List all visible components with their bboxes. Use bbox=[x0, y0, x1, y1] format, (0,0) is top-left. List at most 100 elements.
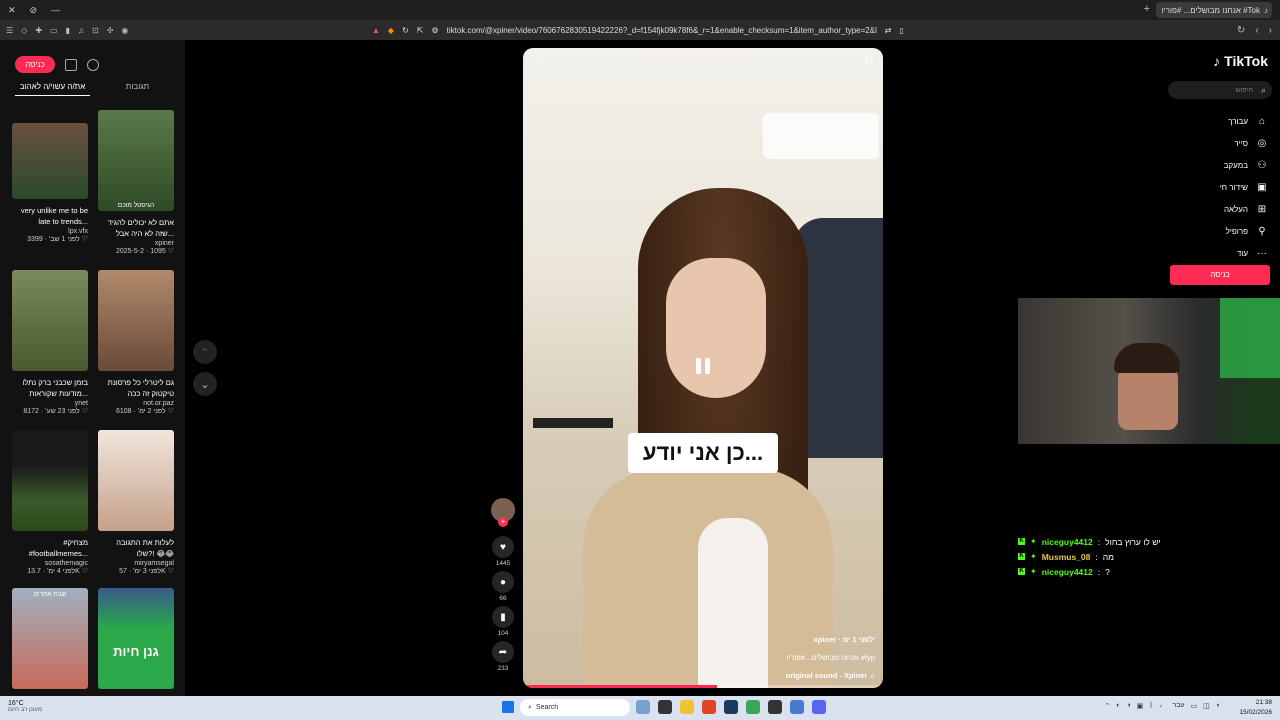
list-item[interactable]: גם ליטרלי כל פרסונת טיקטוק זה ככה not.or… bbox=[98, 270, 174, 415]
list-item[interactable]: בזמן שכבני ברק נתלו מודעות שקוראות... yn… bbox=[12, 270, 88, 415]
chevron-up-icon[interactable]: ⌃ bbox=[1104, 702, 1110, 710]
video-author[interactable]: ynet bbox=[12, 400, 88, 407]
sidebar-icon[interactable]: ▭ bbox=[50, 26, 58, 35]
app-obs-icon[interactable] bbox=[768, 700, 782, 714]
music-icon[interactable]: ♫ bbox=[78, 26, 84, 35]
reload-icon[interactable]: ↻ bbox=[402, 26, 409, 35]
clock[interactable]: 21:38 15/02/2026 bbox=[1239, 698, 1272, 718]
video-title[interactable]: גם ליטרלי כל פרסונת טיקטוק זה ככה bbox=[98, 377, 174, 399]
more-options-icon[interactable]: ··· bbox=[533, 56, 543, 67]
wifi-icon[interactable]: ◉ bbox=[121, 26, 128, 35]
extensions-icon[interactable]: ✚ bbox=[35, 26, 42, 35]
tray-app-icon[interactable]: ◐ bbox=[1116, 702, 1120, 710]
video-progress-bar[interactable] bbox=[523, 685, 883, 688]
browser-tab[interactable]: אנחנו מבושלים... #פוריו #Tok ♪ bbox=[1156, 2, 1272, 18]
app-steam-icon[interactable] bbox=[724, 700, 738, 714]
list-item[interactable]: הגיסטל מוכם אתם לא יכולים להגיד שזה לא ה… bbox=[98, 110, 174, 255]
menu-icon[interactable]: ☰ bbox=[6, 26, 13, 35]
video-title[interactable]: בזמן שכבני ברק נתלו מודעות שקוראות... bbox=[12, 377, 88, 399]
share-action[interactable]: ➦ 233 bbox=[489, 641, 517, 672]
save-action[interactable]: ▮ 104 bbox=[489, 606, 517, 637]
video-thumbnail[interactable] bbox=[12, 430, 88, 531]
app-plane-icon[interactable] bbox=[636, 700, 650, 714]
video-thumbnail[interactable] bbox=[98, 430, 174, 531]
nav-item-more[interactable]: עוד ··· bbox=[1168, 242, 1268, 264]
video-author[interactable]: not.or.paz bbox=[98, 400, 174, 407]
search-input[interactable]: חיפוש ⌕ bbox=[1168, 81, 1272, 99]
url-field[interactable]: ▲ ◆ ↻ ⇱ ⚙ tiktok.com/@xpiner/video/76067… bbox=[372, 22, 932, 38]
bookmark-save-icon[interactable]: ▮ bbox=[492, 606, 514, 628]
chat-username[interactable]: Musmus_08 bbox=[1042, 552, 1091, 562]
screenshot-icon[interactable]: ⊡ bbox=[92, 26, 99, 35]
chat-username[interactable]: niceguy4412 bbox=[1042, 567, 1093, 577]
panel-icon[interactable]: ▮ bbox=[66, 26, 70, 35]
mic-icon[interactable]: ♩ bbox=[1160, 702, 1167, 710]
video-thumbnail[interactable] bbox=[98, 270, 174, 371]
tray-app-icon[interactable]: ◑ bbox=[1126, 702, 1130, 710]
app-store-icon[interactable] bbox=[790, 700, 804, 714]
app-discord-icon[interactable] bbox=[812, 700, 826, 714]
network-icon[interactable]: ◫ bbox=[1203, 702, 1210, 710]
chat-username[interactable]: niceguy4412 bbox=[1042, 537, 1093, 547]
shield-icon[interactable]: ◇ bbox=[21, 26, 27, 35]
minimize-icon[interactable]: — bbox=[51, 5, 60, 15]
video-title[interactable]: very unlike me to be late to trends... bbox=[12, 205, 88, 227]
site-info-icon[interactable]: ⚙ bbox=[431, 26, 438, 35]
phone-icon[interactable] bbox=[65, 58, 77, 71]
video-title[interactable]: אתם לא יכולים להגיד שזה לא היה אבל... bbox=[98, 217, 174, 239]
next-video-button[interactable]: ⌄ bbox=[193, 372, 217, 396]
bookmark-icon[interactable]: ▯ bbox=[899, 26, 903, 35]
app-chrome-icon[interactable] bbox=[746, 700, 760, 714]
heart-icon[interactable]: ♥ bbox=[492, 536, 514, 558]
author-avatar[interactable]: + bbox=[491, 498, 515, 527]
share-icon[interactable]: ⇱ bbox=[417, 26, 424, 35]
app-folder-icon[interactable] bbox=[680, 700, 694, 714]
video-author-line[interactable]: xpiner · לפני 1 ימ' bbox=[675, 635, 875, 644]
url-text[interactable]: tiktok.com/@xpiner/video/760676283051942… bbox=[447, 26, 877, 35]
search-icon[interactable]: ⌕ bbox=[1261, 85, 1266, 96]
follow-plus-icon[interactable]: + bbox=[498, 517, 508, 527]
puzzle-icon[interactable]: ✣ bbox=[107, 26, 114, 35]
brave-lion-icon[interactable]: ◆ bbox=[388, 26, 394, 35]
login-button-main[interactable]: כניסה bbox=[1170, 265, 1270, 285]
video-player[interactable]: ··· ◖) כן אני יודע... xpiner · לפני 1 ימ… bbox=[523, 48, 883, 688]
tiktok-logo[interactable]: ♪ TikTok bbox=[1213, 53, 1268, 69]
comment-icon[interactable]: ● bbox=[492, 571, 514, 593]
previous-video-button[interactable]: ⌃ bbox=[193, 340, 217, 364]
tab-you-may-like[interactable]: את/ה עשוי/ה לאהוב bbox=[15, 82, 90, 96]
tab-comments[interactable]: תגובות bbox=[100, 82, 175, 96]
app-brave-icon[interactable] bbox=[702, 700, 716, 714]
back-icon[interactable]: ‹ bbox=[1255, 25, 1258, 36]
reload-page-icon[interactable]: ↻ bbox=[1237, 25, 1245, 36]
new-tab-button[interactable]: + bbox=[1144, 3, 1150, 15]
bluetooth-icon[interactable]: ᛒ bbox=[1149, 702, 1153, 710]
list-item[interactable]: very unlike me to be late to trends... l… bbox=[12, 123, 88, 243]
list-item[interactable]: גנן חיות bbox=[98, 588, 174, 689]
video-title[interactable]: #מצחיק #footballmemes... bbox=[12, 537, 88, 559]
list-item[interactable]: #מצחיק #footballmemes... sosathemagic לפ… bbox=[12, 430, 88, 575]
close-icon[interactable]: ✕ bbox=[8, 5, 16, 16]
video-thumbnail[interactable]: שבת אחרים bbox=[12, 588, 88, 689]
nav-item-profile[interactable]: פרופיל ⚲ bbox=[1168, 220, 1268, 242]
video-thumbnail[interactable]: גנן חיות bbox=[98, 588, 174, 689]
like-action[interactable]: ♥ 1445 bbox=[489, 536, 517, 567]
display-icon[interactable]: ▭ bbox=[1191, 702, 1198, 710]
comment-action[interactable]: ● 66 bbox=[489, 571, 517, 602]
nav-item-compass[interactable]: סייר ◎ bbox=[1168, 132, 1268, 154]
login-button[interactable]: כניסה bbox=[15, 56, 55, 73]
share-arrow-icon[interactable]: ➦ bbox=[492, 641, 514, 663]
nav-item-following[interactable]: במעקב ⚇ bbox=[1168, 154, 1268, 176]
compass-small-icon[interactable] bbox=[87, 58, 99, 71]
video-thumbnail[interactable] bbox=[12, 270, 88, 371]
list-item[interactable]: שבת אחרים bbox=[12, 588, 88, 689]
nav-item-home[interactable]: עבורך ⌂ bbox=[1168, 110, 1268, 132]
volume-icon[interactable]: ◖ bbox=[1216, 702, 1220, 710]
video-title[interactable]: לעלות את התגובה שלו?! 😂😂 bbox=[98, 537, 174, 559]
translate-icon[interactable]: ⇄ bbox=[885, 26, 892, 35]
app-browser-icon[interactable] bbox=[658, 700, 672, 714]
keyboard-lang[interactable]: עבר bbox=[1173, 702, 1185, 710]
brave-shield-icon[interactable]: ▲ bbox=[372, 26, 380, 35]
video-author[interactable]: sosathemagic bbox=[12, 560, 88, 567]
list-item[interactable]: לעלות את התגובה שלו?! 😂😂 miryamsegal לפנ… bbox=[98, 430, 174, 575]
video-sound[interactable]: original sound - Xpiner ♫ bbox=[675, 671, 875, 680]
